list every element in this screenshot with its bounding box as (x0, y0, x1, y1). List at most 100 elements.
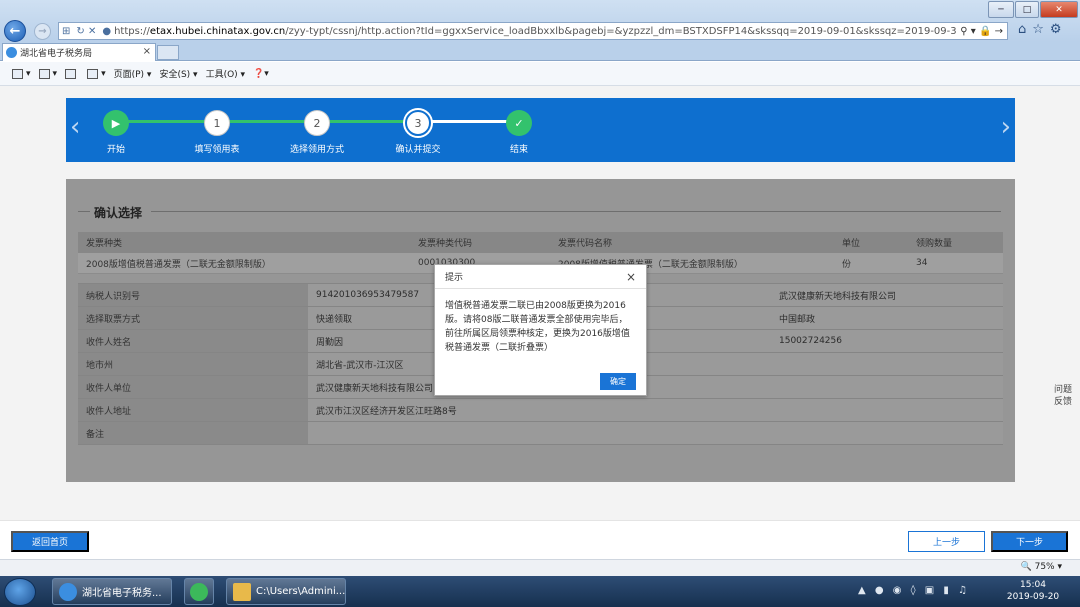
zoom-value: 75% (1034, 562, 1055, 572)
progress-line-done (128, 120, 418, 123)
windows-taskbar: 湖北省电子税务... C:\Users\Admini... ▲ ● ◉ ◊ ▣ … (0, 576, 1080, 607)
dialog-title: 提示 (445, 273, 464, 283)
column-header: 发票代码名称 (558, 239, 613, 249)
play-icon: ▶ (111, 116, 121, 130)
step-end: ✓ (506, 110, 532, 136)
recipient-unit-value: 武汉健康新天地科技有限公司 (308, 376, 1003, 398)
region-value: 湖北省-武汉市-江汉区 (308, 353, 1003, 375)
table-cell: 34 (916, 258, 928, 268)
back-home-button[interactable]: 返回首页 (11, 531, 89, 552)
url-protocol: https:// (114, 25, 150, 37)
home-favorites-settings-icon[interactable]: ⌂☆⚙ (1018, 22, 1068, 37)
feeds-menu-icon[interactable]: ▾ (38, 68, 57, 79)
minimize-button[interactable]: ─ (988, 1, 1014, 18)
clock-date: 2019-09-20 (1006, 592, 1060, 602)
step-number: 3 (414, 116, 422, 130)
table-cell: 份 (842, 259, 852, 270)
prev-step-button[interactable]: 上一步 (908, 531, 985, 552)
address-url[interactable]: https://etax.hubei.chinatax.gov.cn/zyy-t… (114, 26, 956, 37)
step-label: 填写领用表 (194, 145, 240, 155)
step-label: 选择领用方式 (289, 145, 344, 155)
mail-icon[interactable] (65, 68, 79, 79)
step-2: 2 (304, 110, 330, 136)
url-host: etax.hubei.chinatax.gov.cn (149, 25, 286, 37)
divider (151, 211, 1001, 212)
column-header: 单位 (842, 239, 861, 249)
close-icon[interactable]: × (626, 270, 636, 284)
step-label: 确认并提交 (395, 145, 441, 155)
taskbar-ie-window[interactable]: 湖北省电子税务... (52, 578, 172, 605)
home-menu-icon[interactable]: ▾ (12, 68, 31, 79)
company-name-value: 武汉健康新天地科技有限公司 (771, 284, 1003, 306)
browser-titlebar: ← → ⊞ ↻ ✕ ● https://etax.hubei.chinatax.… (0, 0, 1080, 42)
taskbar-app-icon[interactable] (184, 578, 214, 605)
maximize-button[interactable]: □ (1015, 1, 1039, 18)
feedback-link[interactable]: 问题反馈 (1050, 384, 1076, 408)
column-header: 发票种类 (86, 239, 123, 249)
taskbar-explorer-window[interactable]: C:\Users\Admini... (226, 578, 346, 605)
taskbar-clock[interactable]: 15:04 2019-09-20 (1000, 579, 1066, 603)
clock-time: 15:04 (1020, 580, 1046, 590)
url-path: /zyy-typt/cssnj/http.action?tId=ggxxServ… (285, 25, 957, 37)
help-menu-icon[interactable]: ❓▾ (253, 69, 269, 79)
ie-icon (59, 582, 77, 601)
new-tab-button[interactable] (157, 45, 179, 60)
refresh-icon[interactable]: ↻ ✕ (73, 26, 99, 37)
tab-bar: 湖北省电子税务局 × (0, 42, 1080, 61)
checkmark-icon: ✓ (514, 116, 524, 130)
step-number: 1 (213, 116, 221, 130)
field-label: 纳税人识别号 (78, 284, 308, 306)
divider (78, 211, 90, 212)
menu-safety[interactable]: 安全(S) ▾ (159, 67, 197, 80)
note-value (308, 422, 1003, 444)
menu-tools[interactable]: 工具(O) ▾ (206, 67, 246, 80)
task-label: C:\Users\Admini... (256, 586, 346, 597)
address-bar[interactable]: ⊞ ↻ ✕ ● https://etax.hubei.chinatax.gov.… (58, 22, 1008, 40)
zoom-level[interactable]: 🔍 75% ▾ (1021, 562, 1063, 572)
menu-page[interactable]: 页面(P) ▾ (114, 67, 152, 80)
phone-value: 15002724256 (771, 330, 1003, 352)
field-label: 选择取票方式 (78, 307, 308, 329)
system-tray-icons[interactable]: ▲ ● ◉ ◊ ▣ ▮ ♫ (858, 585, 970, 596)
task-label: 湖北省电子税务... (82, 588, 162, 599)
table-cell: 2008版增值税普通发票（二联无金额限制版） (86, 259, 271, 270)
table-header-row: 发票种类 发票种类代码 发票代码名称 单位 领购数量 (78, 232, 1003, 253)
tab-title: 湖北省电子税务局 (20, 49, 93, 59)
arrow-right-icon: → (38, 26, 47, 37)
step-3-current: 3 (405, 110, 431, 136)
step-start: ▶ (103, 110, 129, 136)
step-label: 开始 (106, 145, 125, 155)
field-label: 收件人姓名 (78, 330, 308, 352)
address-actions-icon[interactable]: ⚲ ▾ 🔒 → (956, 26, 1007, 37)
column-header: 发票种类代码 (418, 239, 473, 249)
tab-hubei-etax[interactable]: 湖北省电子税务局 × (2, 43, 156, 61)
back-button[interactable]: ← (4, 20, 26, 42)
site-favicon-icon: ● (102, 25, 112, 37)
progress-line-remaining (418, 120, 518, 123)
post-value: 中国邮政 (771, 307, 1003, 329)
command-bar: ▾ ▾ ▾ 页面(P) ▾ 安全(S) ▾ 工具(O) ▾ ❓▾ (0, 62, 1080, 86)
zoom-icon: 🔍 (1020, 562, 1032, 572)
field-label: 备注 (78, 422, 308, 444)
chevron-right-icon[interactable]: › (1001, 112, 1011, 142)
dialog-header: 提示 × (435, 265, 646, 289)
notice-dialog: 提示 × 增值税普通发票二联已由2008版更换为2016版。请将08版二联普通发… (434, 264, 647, 396)
field-label: 收件人单位 (78, 376, 308, 398)
print-menu-icon[interactable]: ▾ (87, 68, 106, 79)
step-label: 结束 (509, 145, 528, 155)
forward-button[interactable]: → (34, 23, 51, 40)
footer-bar: 返回首页 上一步 下一步 (0, 520, 1080, 559)
recipient-address-value: 武汉市江汉区经济开发区江旺路8号 (308, 399, 1003, 421)
arrow-left-icon: ← (9, 23, 21, 39)
start-button[interactable] (4, 578, 36, 606)
ie-favicon-icon (6, 47, 17, 58)
browser-statusbar: 🔍 75% ▾ (0, 559, 1080, 576)
close-window-button[interactable]: ✕ (1040, 1, 1078, 18)
compat-view-icon[interactable]: ⊞ (59, 26, 73, 37)
column-header: 领购数量 (916, 239, 953, 249)
info-row-note: 备注 (78, 422, 1003, 445)
tab-close-icon[interactable]: × (143, 46, 151, 57)
ok-button[interactable]: 确定 (600, 373, 636, 390)
next-step-button[interactable]: 下一步 (991, 531, 1068, 552)
chevron-left-icon[interactable]: ‹ (70, 112, 80, 142)
